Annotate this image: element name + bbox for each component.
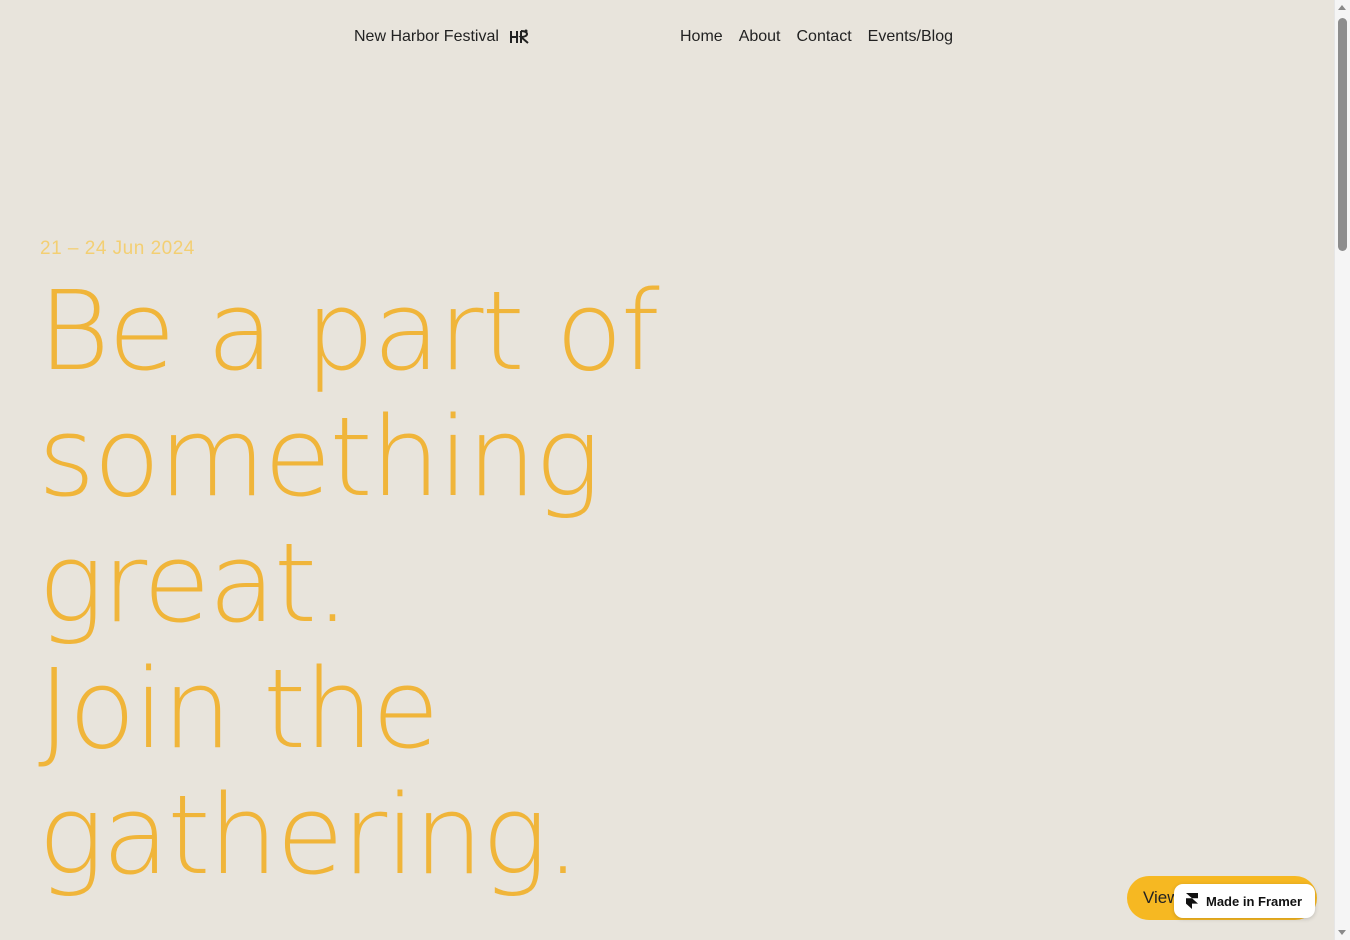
nav-contact[interactable]: Contact: [797, 28, 852, 46]
framer-icon: [1186, 893, 1198, 909]
nav-home[interactable]: Home: [680, 28, 723, 46]
site-header: New Harbor Festival Home About Contact E…: [0, 22, 1334, 54]
hero-title-line: great.: [38, 519, 350, 647]
main-nav: Home About Contact Events/Blog: [680, 28, 953, 46]
nav-about[interactable]: About: [739, 28, 781, 46]
scrollbar-thumb[interactable]: [1338, 18, 1347, 251]
made-in-framer-badge[interactable]: Made in Framer: [1174, 884, 1315, 918]
page-scrollbar[interactable]: [1334, 0, 1350, 940]
hero-title-line: something: [38, 393, 601, 521]
framer-badge-label: Made in Framer: [1206, 893, 1303, 909]
page: New Harbor Festival Home About Contact E…: [0, 0, 1334, 940]
brand-name: New Harbor Festival: [354, 28, 499, 45]
nav-events-blog[interactable]: Events/Blog: [868, 28, 953, 46]
scroll-up-arrow-icon[interactable]: [1338, 5, 1346, 10]
hero-title-line: gathering.: [38, 771, 580, 899]
brand-link[interactable]: New Harbor Festival: [354, 28, 531, 46]
scroll-down-arrow-icon[interactable]: [1338, 930, 1346, 935]
hero-title-line: Join the: [38, 645, 440, 773]
festival-logo-icon: [509, 28, 531, 46]
hero-title: Be a part of something great. Join the g…: [38, 268, 798, 898]
hero-date: 21 – 24 Jun 2024: [40, 238, 195, 259]
hero-title-line: Be a part of: [38, 267, 660, 395]
